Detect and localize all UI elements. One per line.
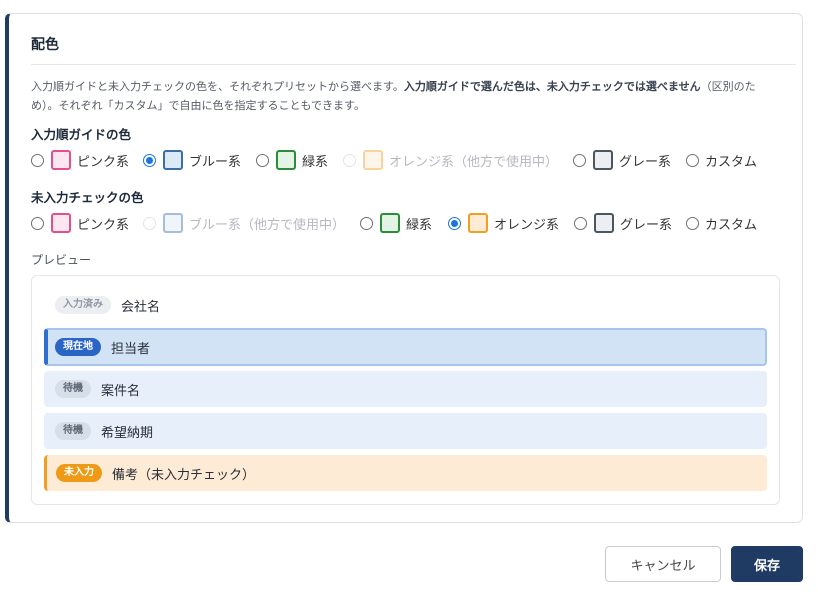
- preview-row-waiting: 待機 希望納期: [44, 413, 767, 449]
- option-label: オレンジ系（他方で使用中）: [389, 154, 559, 170]
- missing-color-label: 未入力チェックの色: [31, 190, 144, 205]
- missing-option-orange[interactable]: オレンジ系: [448, 212, 559, 234]
- green-swatch-icon: [380, 213, 400, 233]
- section-title: 配色: [31, 37, 59, 53]
- gray-swatch-icon: [594, 213, 614, 233]
- field-name: 備考（未入力チェック）: [112, 467, 256, 483]
- blue-swatch-icon: [163, 150, 183, 170]
- field-name: 希望納期: [101, 425, 154, 441]
- radio-button[interactable]: [686, 153, 699, 167]
- radio-button[interactable]: [573, 153, 586, 167]
- status-badge: 未入力: [56, 464, 102, 482]
- status-badge: 入力済み: [55, 296, 111, 314]
- missing-option-gray[interactable]: グレー系: [574, 212, 672, 234]
- pink-swatch-icon: [51, 213, 71, 233]
- status-badge: 待機: [55, 380, 91, 398]
- option-label: グレー系: [619, 154, 672, 170]
- option-label: ピンク系: [77, 217, 130, 233]
- radio-button: [143, 216, 156, 230]
- pink-swatch-icon: [51, 150, 71, 170]
- option-label: ブルー系（他方で使用中）: [189, 217, 346, 233]
- radio-button[interactable]: [31, 216, 44, 230]
- preview-row-missing: 未入力 備考（未入力チェック）: [44, 455, 767, 491]
- option-label: グレー系: [620, 217, 673, 233]
- guide-option-pink[interactable]: ピンク系: [31, 149, 129, 171]
- missing-option-custom[interactable]: カスタム: [686, 212, 757, 234]
- description-emphasis: 入力順ガイドで選んだ色は、未入力チェックでは選べません: [403, 80, 701, 93]
- guide-option-gray[interactable]: グレー系: [573, 149, 671, 171]
- green-swatch-icon: [276, 150, 296, 170]
- guide-color-label: 入力順ガイドの色: [31, 127, 132, 142]
- radio-button[interactable]: [256, 153, 269, 167]
- description: 入力順ガイドと未入力チェックの色を、それぞれプリセットから選べます。入力順ガイド…: [31, 77, 783, 115]
- guide-option-orange: オレンジ系（他方で使用中）: [343, 149, 558, 171]
- radio-button[interactable]: [360, 216, 373, 230]
- save-button[interactable]: 保存: [731, 546, 803, 582]
- missing-option-green[interactable]: 緑系: [360, 212, 432, 234]
- status-badge: 待機: [55, 422, 91, 440]
- option-label: カスタム: [705, 154, 758, 170]
- guide-option-green[interactable]: 緑系: [256, 149, 328, 171]
- preview-row-current: 現在地 担当者: [44, 328, 767, 366]
- blue-swatch-icon: [163, 213, 183, 233]
- field-name: 案件名: [101, 383, 141, 399]
- status-badge: 現在地: [55, 338, 101, 356]
- radio-button[interactable]: [686, 216, 699, 230]
- radio-button[interactable]: [31, 153, 44, 167]
- radio-button: [343, 153, 356, 167]
- option-label: 緑系: [302, 154, 329, 170]
- preview-label: プレビュー: [31, 253, 92, 267]
- radio-button[interactable]: [574, 216, 587, 230]
- description-text: 入力順ガイドと未入力チェックの色を、それぞれプリセットから選べます。: [31, 80, 404, 93]
- option-label: ピンク系: [77, 154, 130, 170]
- missing-option-pink[interactable]: ピンク系: [31, 212, 129, 234]
- radio-button[interactable]: [143, 153, 156, 167]
- radio-button[interactable]: [448, 216, 461, 230]
- option-label: オレンジ系: [494, 217, 560, 233]
- missing-option-blue: ブルー系（他方で使用中）: [143, 212, 345, 234]
- gray-swatch-icon: [593, 150, 613, 170]
- guide-option-blue[interactable]: ブルー系: [143, 149, 241, 171]
- missing-color-options: ピンク系 ブルー系（他方で使用中） 緑系 オレンジ系 グレー系 カスタム: [31, 212, 791, 234]
- guide-color-options: ピンク系 ブルー系 緑系 オレンジ系（他方で使用中） グレー系 カスタム: [31, 149, 791, 171]
- option-label: ブルー系: [189, 154, 242, 170]
- preview-row-waiting: 待機 案件名: [44, 371, 767, 407]
- option-label: 緑系: [406, 217, 433, 233]
- orange-swatch-icon: [363, 150, 383, 170]
- field-name: 担当者: [111, 341, 151, 357]
- preview-row-done: 入力済み 会社名: [44, 287, 767, 323]
- field-name: 会社名: [121, 299, 161, 315]
- preview-panel: 入力済み 会社名 現在地 担当者 待機 案件名 待機 希望納期 未入力 備考（未…: [31, 275, 780, 505]
- option-label: カスタム: [705, 217, 758, 233]
- cancel-button[interactable]: キャンセル: [605, 546, 721, 582]
- orange-swatch-icon: [468, 213, 488, 233]
- guide-option-custom[interactable]: カスタム: [686, 149, 757, 171]
- title-divider: [31, 64, 796, 65]
